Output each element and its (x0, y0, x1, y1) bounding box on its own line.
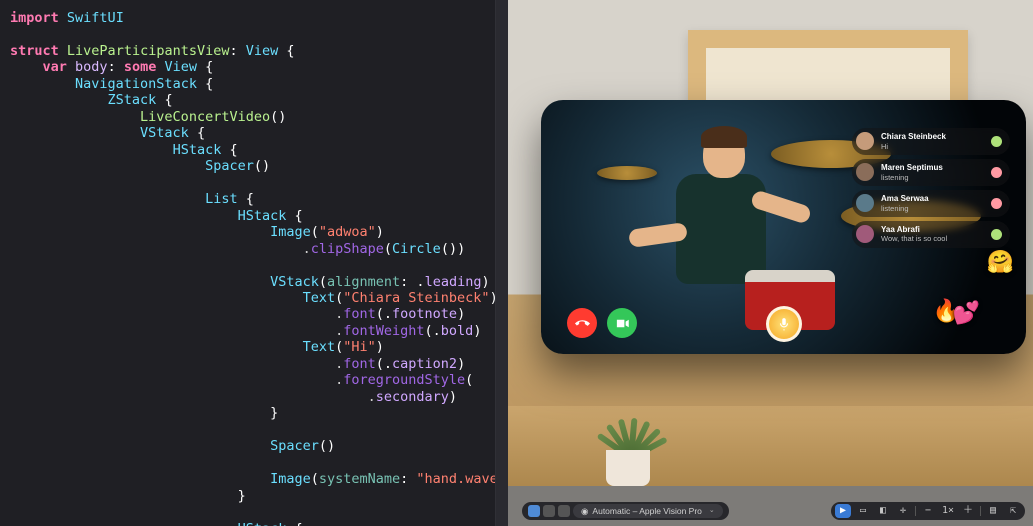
avatar (856, 225, 874, 243)
device-selector[interactable]: ◉ Automatic – Apple Vision Pro ⌄ (573, 504, 723, 518)
canvas-export-button[interactable]: ⇱ (1005, 504, 1021, 518)
participant-row[interactable]: Chiara SteinbeckHi (852, 128, 1010, 155)
avatar (856, 132, 874, 150)
canvas-layout-button[interactable]: ▤ (985, 504, 1001, 518)
participant-name: Yaa Abrafi (881, 225, 984, 235)
participant-status: Hi (881, 142, 984, 151)
participant-status: listening (881, 173, 984, 182)
chevron-down-icon: ⌄ (709, 507, 715, 516)
code-editor[interactable]: import SwiftUI struct LiveParticipantsVi… (0, 0, 508, 526)
reaction-emoji: 💕 (953, 301, 980, 328)
mic-off-icon (991, 198, 1002, 209)
stop-icon[interactable] (543, 505, 555, 517)
canvas-toolbar: ▶ ▭ ◧ ✛−1× ＋ ▤ ⇱ (831, 502, 1025, 520)
avatar (856, 163, 874, 181)
hand-wave-icon (991, 136, 1002, 147)
canvas-variants-button[interactable]: ◧ (875, 504, 891, 518)
participants-list: Chiara SteinbeckHiMaren Septimuslistenin… (852, 128, 1010, 248)
participant-name: Ama Serwaa (881, 194, 984, 204)
vision-pro-icon: ◉ (581, 506, 588, 516)
run-icon[interactable] (528, 505, 540, 517)
participant-status: listening (881, 204, 984, 213)
simulator-toolbar: ◉ Automatic – Apple Vision Pro ⌄ (522, 502, 729, 520)
device-label: Automatic – Apple Vision Pro (592, 506, 701, 516)
plant (588, 396, 668, 486)
screenshot-icon[interactable] (558, 505, 570, 517)
participant-row[interactable]: Maren Septimuslistening (852, 159, 1010, 186)
code-content: import SwiftUI struct LiveParticipantsVi… (10, 10, 498, 526)
tv-stand (508, 406, 1033, 496)
canvas-zoom-100-button[interactable]: 1× (940, 504, 956, 518)
video-button[interactable] (607, 308, 637, 338)
cymbal (597, 166, 657, 180)
canvas-pin-button[interactable]: ✛ (895, 504, 911, 518)
canvas-zoom-out-button[interactable]: − (920, 504, 936, 518)
mic-off-icon (991, 167, 1002, 178)
live-video-window[interactable]: Chiara SteinbeckHiMaren Septimuslistenin… (541, 100, 1026, 354)
swiftui-preview: Chiara SteinbeckHiMaren Septimuslistenin… (508, 0, 1033, 526)
participant-row[interactable]: Ama Serwaalistening (852, 190, 1010, 217)
canvas-zoom-in-button[interactable]: ＋ (960, 504, 976, 518)
canvas-selectable-button[interactable]: ▭ (855, 504, 871, 518)
hangup-button[interactable] (567, 308, 597, 338)
reaction-emoji: 🤗 (987, 250, 1014, 277)
microphone-button[interactable] (766, 306, 802, 342)
participant-name: Maren Septimus (881, 163, 984, 173)
call-controls (567, 308, 637, 338)
canvas-live-button[interactable]: ▶ (835, 504, 851, 518)
participant-name: Chiara Steinbeck (881, 132, 984, 142)
hand-wave-icon (991, 229, 1002, 240)
participant-row[interactable]: Yaa AbrafiWow, that is so cool (852, 221, 1010, 248)
participant-status: Wow, that is so cool (881, 234, 984, 243)
avatar (856, 194, 874, 212)
